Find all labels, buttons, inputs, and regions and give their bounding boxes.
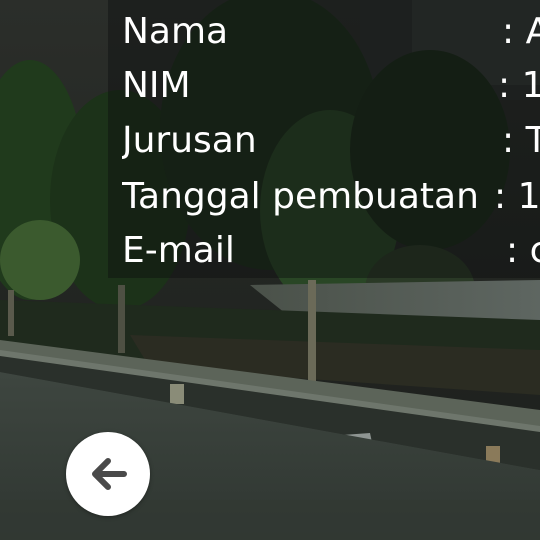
name-label: Nama	[122, 11, 229, 52]
profile-row-jurusan: Jurusan : T	[122, 113, 540, 169]
profile-row-email: E-mail : c	[122, 223, 540, 279]
profile-row-name: Nama : A	[122, 4, 540, 60]
email-label: E-mail	[122, 230, 235, 271]
nim-label: NIM	[122, 65, 191, 106]
profile-row-nim: NIM : 1	[122, 58, 540, 114]
tanggal-value: : 1	[494, 176, 540, 217]
name-value: : A	[502, 11, 540, 52]
jurusan-value: : T	[502, 120, 540, 161]
nim-value: : 1	[498, 65, 540, 106]
back-button[interactable]	[66, 432, 150, 516]
tanggal-label: Tanggal pembuatan	[122, 176, 479, 217]
profile-row-tanggal: Tanggal pembuatan : 1	[122, 169, 540, 225]
app-screen: Nama : A NIM : 1 Jurusan : T Tanggal pem…	[0, 0, 540, 540]
email-value: : c	[506, 230, 540, 271]
jurusan-label: Jurusan	[122, 120, 257, 161]
arrow-left-icon	[92, 458, 127, 490]
